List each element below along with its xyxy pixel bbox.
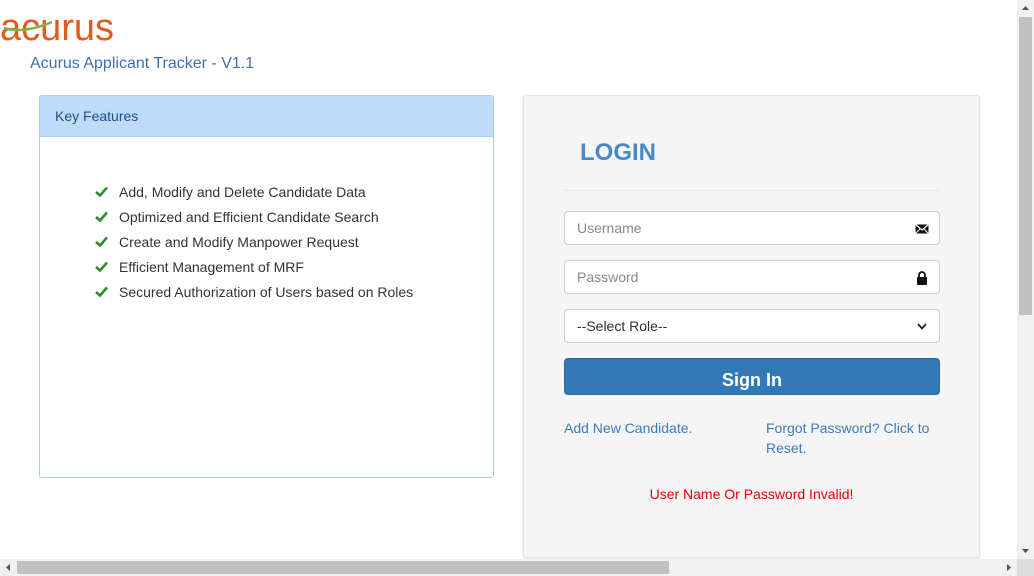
check-icon	[95, 236, 108, 247]
username-input[interactable]	[565, 212, 939, 244]
login-panel: LOGIN --Select Role-- Sign In Add Ne	[523, 95, 980, 558]
lock-icon	[917, 271, 927, 285]
check-icon	[95, 286, 108, 297]
features-list: Add, Modify and Delete Candidate Data Op…	[40, 137, 493, 304]
feature-label: Create and Modify Manpower Request	[119, 233, 359, 250]
sign-in-button[interactable]: Sign In	[564, 358, 940, 395]
horizontal-scroll-thumb[interactable]	[17, 561, 669, 574]
login-title: LOGIN	[580, 139, 656, 166]
scroll-right-arrow-icon[interactable]	[1000, 559, 1017, 576]
add-new-candidate-link[interactable]: Add New Candidate.	[564, 418, 692, 438]
page-viewport: acurus Acurus Applicant Tracker - V1.1 K…	[0, 0, 1017, 559]
check-icon	[95, 211, 108, 222]
key-features-panel: Key Features Add, Modify and Delete Cand…	[39, 95, 494, 478]
feature-item: Secured Authorization of Users based on …	[95, 279, 493, 304]
password-field[interactable]	[564, 260, 940, 294]
feature-item: Optimized and Efficient Candidate Search	[95, 204, 493, 229]
scrollbar-corner	[1017, 559, 1034, 576]
app-title: Acurus Applicant Tracker - V1.1	[30, 55, 255, 72]
scroll-down-arrow-icon[interactable]	[1017, 542, 1034, 559]
role-select[interactable]: --Select Role--	[564, 309, 940, 343]
scroll-left-arrow-icon[interactable]	[0, 559, 17, 576]
feature-item: Create and Modify Manpower Request	[95, 229, 493, 254]
check-icon	[95, 186, 108, 197]
feature-item: Add, Modify and Delete Candidate Data	[95, 179, 493, 204]
key-features-header: Key Features	[40, 96, 493, 137]
role-select-value: --Select Role--	[577, 318, 668, 334]
feature-label: Optimized and Efficient Candidate Search	[119, 208, 379, 225]
divider	[564, 190, 939, 191]
vertical-scrollbar[interactable]	[1017, 0, 1034, 559]
svg-text:acurus: acurus	[0, 7, 114, 48]
envelope-icon	[915, 224, 929, 234]
scroll-up-arrow-icon[interactable]	[1017, 0, 1034, 17]
check-icon	[95, 261, 108, 272]
feature-label: Efficient Management of MRF	[119, 258, 304, 275]
feature-label: Secured Authorization of Users based on …	[119, 283, 414, 300]
acurus-logo: acurus	[0, 4, 140, 48]
horizontal-scrollbar[interactable]	[0, 559, 1017, 576]
password-input[interactable]	[565, 261, 939, 293]
feature-item: Efficient Management of MRF	[95, 254, 493, 279]
forgot-password-link[interactable]: Forgot Password? Click to Reset.	[766, 418, 946, 458]
error-message: User Name Or Password Invalid!	[649, 486, 854, 502]
chevron-down-icon	[917, 322, 927, 330]
vertical-scroll-thumb[interactable]	[1019, 17, 1032, 315]
feature-label: Add, Modify and Delete Candidate Data	[119, 183, 366, 200]
username-field[interactable]	[564, 211, 940, 245]
